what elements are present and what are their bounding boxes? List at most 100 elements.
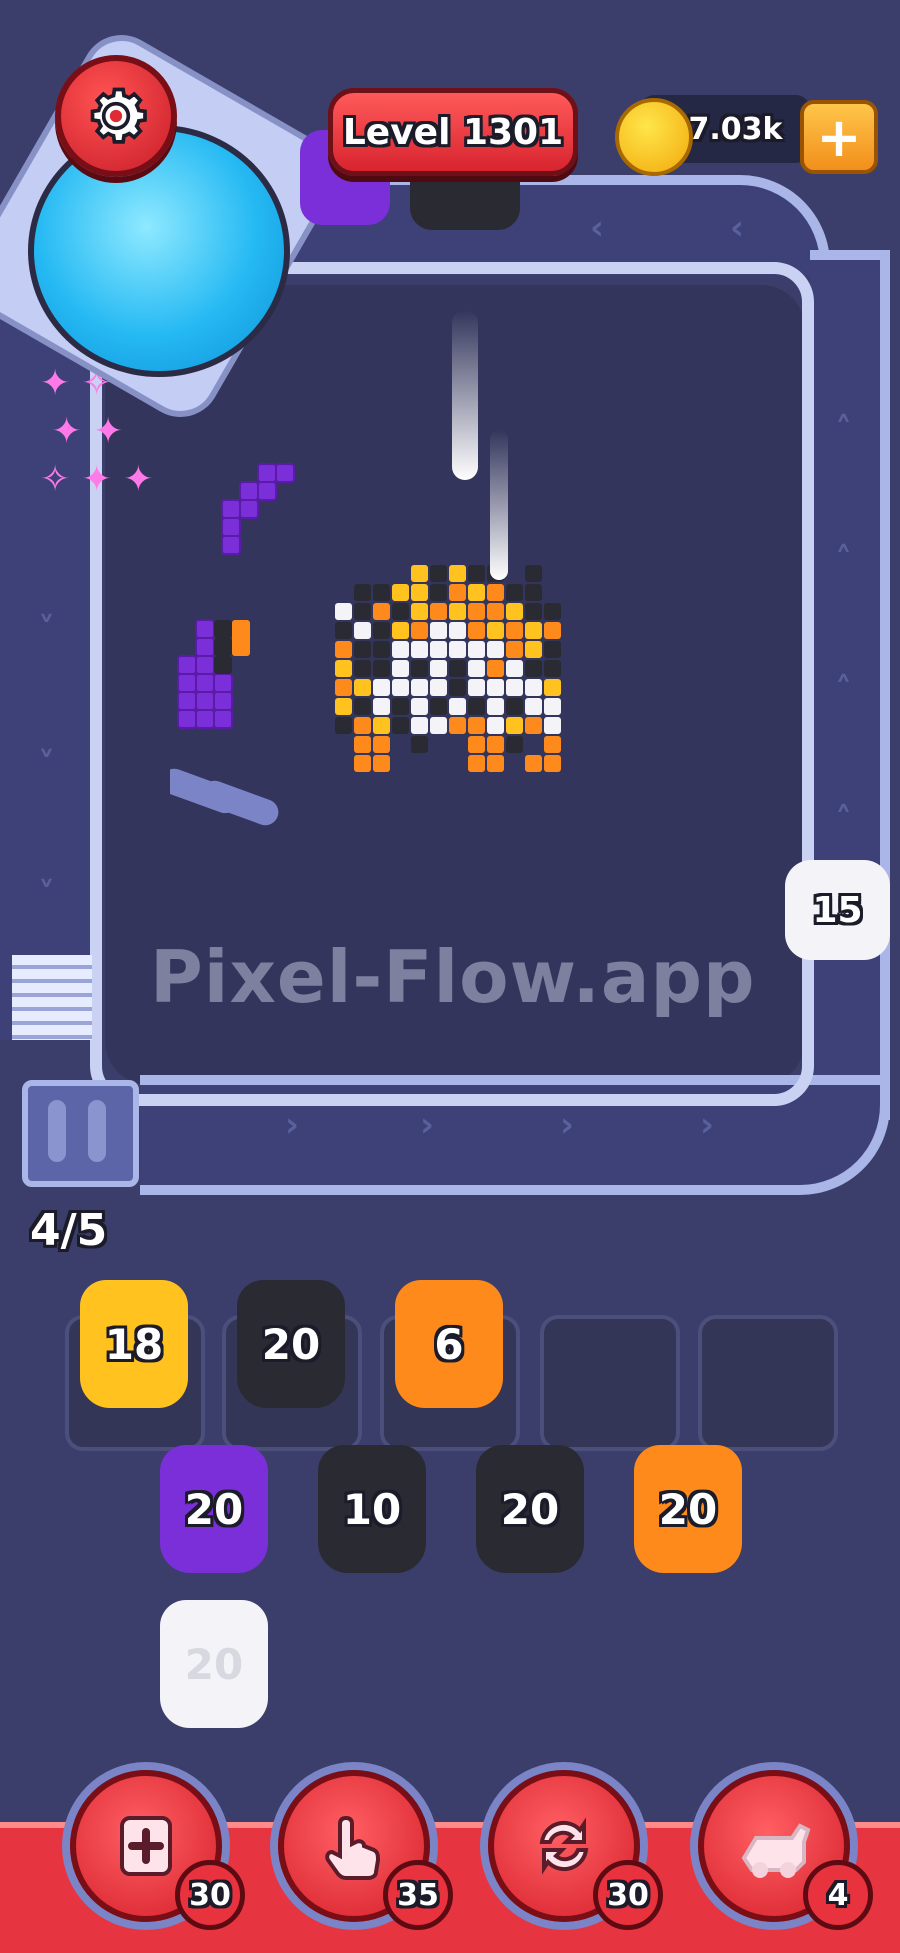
pixel-cell [487,698,504,715]
pixel-cell [354,698,371,715]
pixel-cell [449,698,466,715]
pixel-cell [487,660,504,677]
pixel-cell [373,736,390,753]
pixel-cell [411,679,428,696]
shuffle-icon [539,1817,589,1875]
pixel-cell [373,755,390,772]
pixel-cell [449,622,466,639]
pixel-cell [487,641,504,658]
pixel-cell [430,622,447,639]
chevron-right-icon: › [420,1105,435,1145]
dock-piece-yellow[interactable]: 18 [80,1280,188,1408]
pixel-cell [335,603,352,620]
tool-count-badge: 30 [593,1860,663,1930]
chevron-down-icon: ˅ [38,745,55,785]
pixel-cell [411,622,428,639]
pixel-cell [468,679,485,696]
pixel-cell [354,660,371,677]
chevron-up-icon: ˄ [835,800,852,840]
pixel-cell [525,641,542,658]
tool-count-badge: 4 [803,1860,873,1930]
pixel-cell [373,717,390,734]
pixel-cell [449,641,466,658]
dock-piece-black[interactable]: 20 [237,1280,345,1408]
pixel-cell [506,736,523,753]
pixel-cell [525,755,542,772]
piece-count: 20 [261,1319,321,1369]
pixel-cell [335,679,352,696]
queue-piece-purple[interactable]: 20 [160,1445,268,1573]
pixel-cell [392,603,409,620]
chevron-down-icon: ˅ [38,610,55,650]
add-coins-button[interactable]: + [800,100,878,174]
pixel-cell [525,584,542,601]
track-gate [22,1080,139,1187]
pixel-cell [430,584,447,601]
piece-count: 18 [104,1319,164,1369]
pixel-cell [449,565,466,582]
pixel-cell [449,717,466,734]
pixel-cell [544,641,561,658]
pixel-cell [544,660,561,677]
pixel-cell [354,622,371,639]
pixel-cell [487,736,504,753]
gear-icon [90,87,147,144]
pixel-cell [430,565,447,582]
chevron-up-icon: ˄ [835,410,852,450]
chevron-left-icon: ‹ [730,208,745,248]
pixel-cell [468,698,485,715]
pixel-cell [392,698,409,715]
pixel-cell [335,622,352,639]
pixel-cell [392,717,409,734]
pixel-cell [392,679,409,696]
dock-slot[interactable] [540,1315,680,1451]
pixel-cell [506,603,523,620]
level-label: Level 1301 [342,111,564,153]
pixel-cell [544,736,561,753]
pixel-cell [392,622,409,639]
queue-piece-white[interactable]: 20 [160,1600,268,1728]
pixel-cell [411,641,428,658]
pixel-cell [373,584,390,601]
pixel-cell [392,584,409,601]
pixel-cell [468,736,485,753]
pixel-cell [411,717,428,734]
pixel-cell [354,679,371,696]
track-stairs [12,955,92,1040]
pixel-cell [373,698,390,715]
queue-piece-black[interactable]: 10 [318,1445,426,1573]
pixel-cell [544,679,561,696]
pixel-cell [544,755,561,772]
pixel-cell [487,755,504,772]
queue-piece-black[interactable]: 20 [476,1445,584,1573]
pixel-cell [468,565,485,582]
add-slot-icon [120,1816,172,1876]
track-piece-white: 15 [785,860,890,960]
dock-slot[interactable] [698,1315,838,1451]
pixel-cell [468,584,485,601]
pixel-cell [354,755,371,772]
dock-piece-orange[interactable]: 6 [395,1280,503,1408]
pixel-cell [411,603,428,620]
pixel-cell [354,584,371,601]
pixel-cell [525,622,542,639]
pixel-cell [373,603,390,620]
shot-beam [452,310,478,480]
hand-pointer-icon [325,1815,381,1880]
queue-piece-orange[interactable]: 20 [634,1445,742,1573]
watermark: Pixel-Flow.app [150,935,756,1019]
pixel-cell [506,641,523,658]
pixel-cell [354,641,371,658]
settings-button[interactable] [55,55,177,177]
pixel-cell [392,641,409,658]
pixel-cell [335,698,352,715]
pixel-cell [449,679,466,696]
piece-count: 20 [500,1484,560,1534]
pixel-cell [525,603,542,620]
chevron-right-icon: › [700,1105,715,1145]
pixel-cell [373,622,390,639]
piece-count: 20 [658,1484,718,1534]
pixel-cell [525,660,542,677]
pixel-cell [373,641,390,658]
pixel-cell [525,698,542,715]
